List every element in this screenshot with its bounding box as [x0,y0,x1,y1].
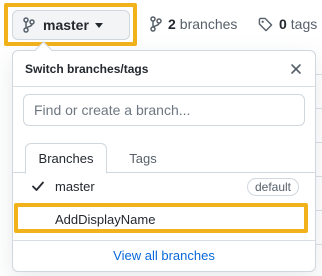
dropdown-header: Switch branches/tags [13,51,315,87]
tags-label: tags [290,16,318,32]
tags-link[interactable]: 0 tags [258,16,317,32]
git-branch-icon [150,16,162,32]
branch-item-master[interactable]: master default [13,171,315,201]
tag-icon [258,17,273,32]
default-badge: default [246,178,299,196]
dropdown-tabs: Branches Tags [13,143,315,174]
app-window: master 2 branches 0 tags Switch branches… [0,0,322,276]
tab-tags[interactable]: Tags [113,143,173,174]
chevron-down-icon [94,22,103,28]
background-content [316,50,322,276]
branch-dropdown-panel: Switch branches/tags Branches Tags maste… [12,50,316,272]
branch-label: master [43,17,89,33]
filter-wrap [23,94,305,126]
tab-branches[interactable]: Branches [25,143,107,174]
branch-name: master [55,178,95,194]
view-all-branches-link[interactable]: View all branches [13,240,315,270]
branches-label: branches [179,16,238,32]
branch-filter-input[interactable] [23,94,305,126]
git-branch-icon [23,17,35,33]
check-icon [31,179,45,193]
branches-link[interactable]: 2 branches [150,16,237,32]
branch-select-button[interactable]: master [12,10,130,40]
close-icon[interactable] [289,62,303,76]
dropdown-title: Switch branches/tags [25,61,149,76]
branches-count: 2 [168,16,176,32]
branch-item-highlight [14,203,308,233]
tags-count: 0 [279,16,287,32]
